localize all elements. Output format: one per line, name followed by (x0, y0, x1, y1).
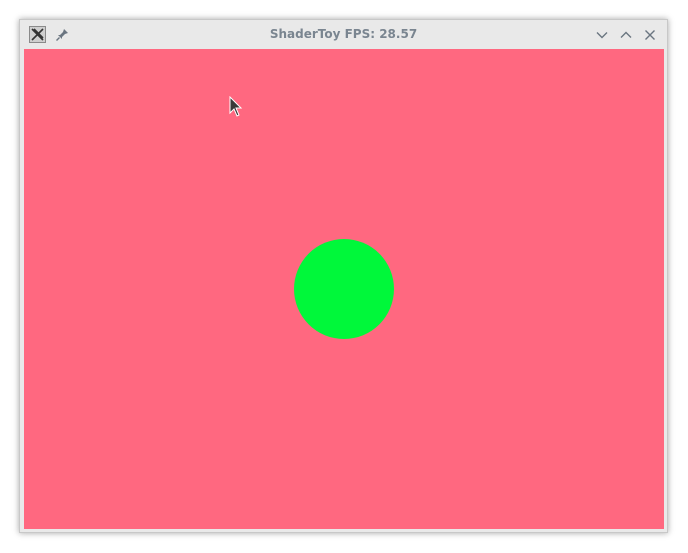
minimize-icon[interactable] (595, 27, 609, 41)
app-window: ShaderToy FPS: 28.57 (19, 19, 668, 533)
shader-canvas[interactable] (24, 49, 664, 529)
green-circle (294, 239, 394, 339)
title-bar[interactable]: ShaderToy FPS: 28.57 (20, 20, 667, 49)
mouse-cursor-icon (229, 95, 243, 118)
window-title: ShaderToy FPS: 28.57 (269, 27, 418, 41)
close-icon[interactable] (643, 27, 657, 41)
maximize-icon[interactable] (619, 27, 633, 41)
